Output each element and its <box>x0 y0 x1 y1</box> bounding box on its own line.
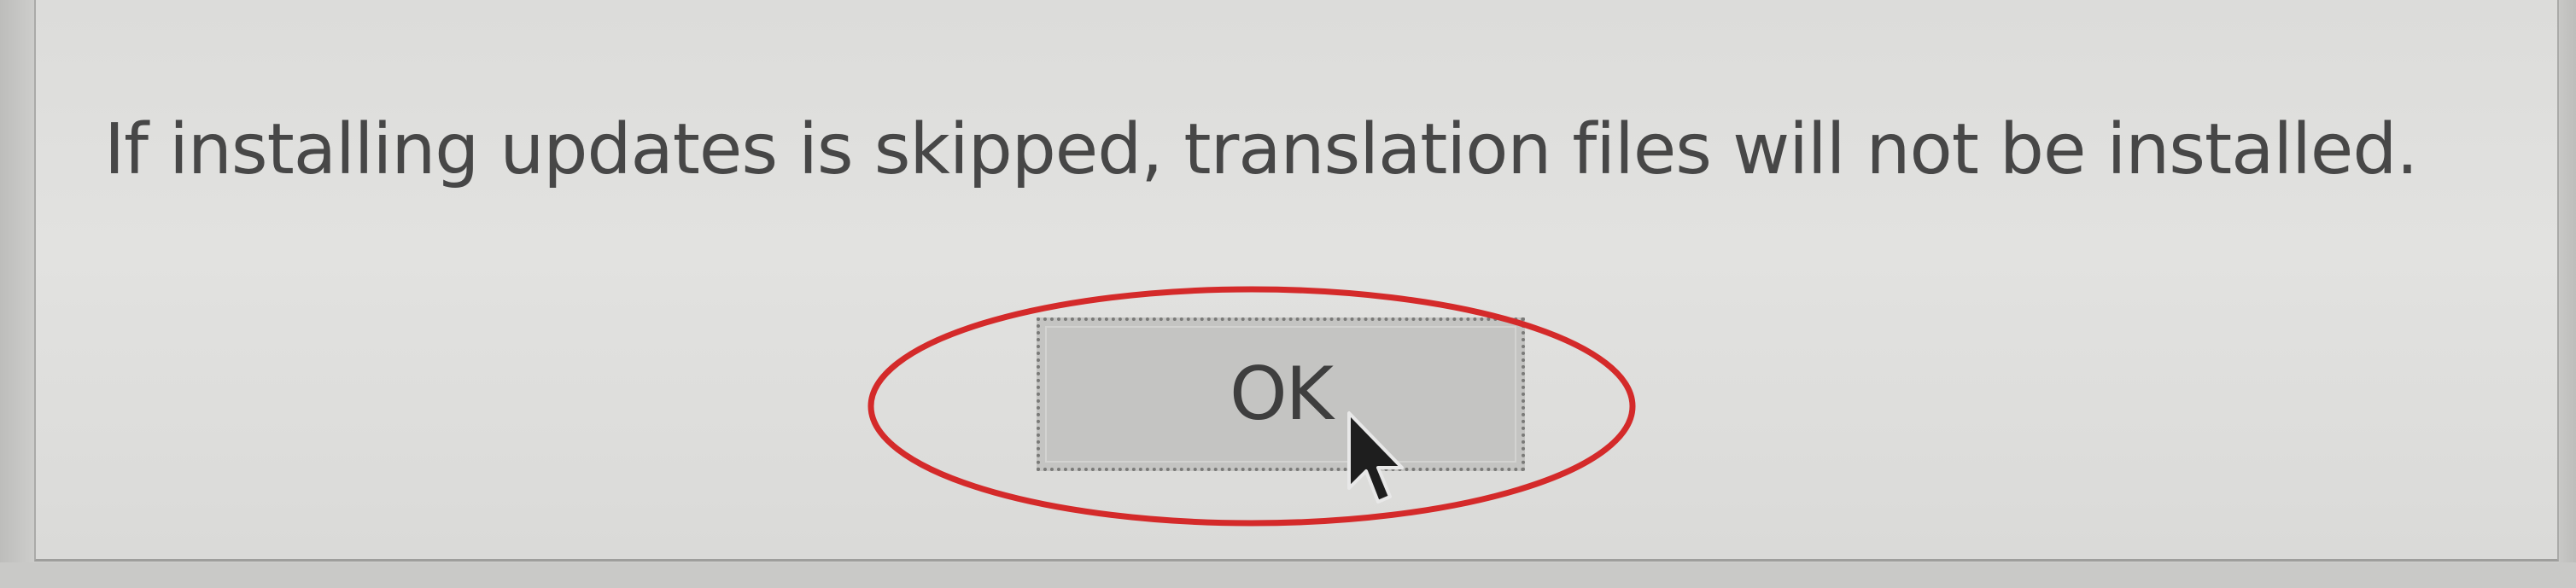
mouse-pointer-icon <box>1347 411 1404 504</box>
message-dialog: If installing updates is skipped, transl… <box>34 0 2559 562</box>
dialog-message: If installing updates is skipped, transl… <box>104 109 2418 190</box>
window-bottom-edge <box>0 562 2576 588</box>
window-right-edge <box>2559 0 2576 588</box>
ok-button-label: OK <box>1229 352 1334 437</box>
ok-button[interactable]: OK <box>1037 317 1525 471</box>
window-left-edge <box>0 0 34 588</box>
